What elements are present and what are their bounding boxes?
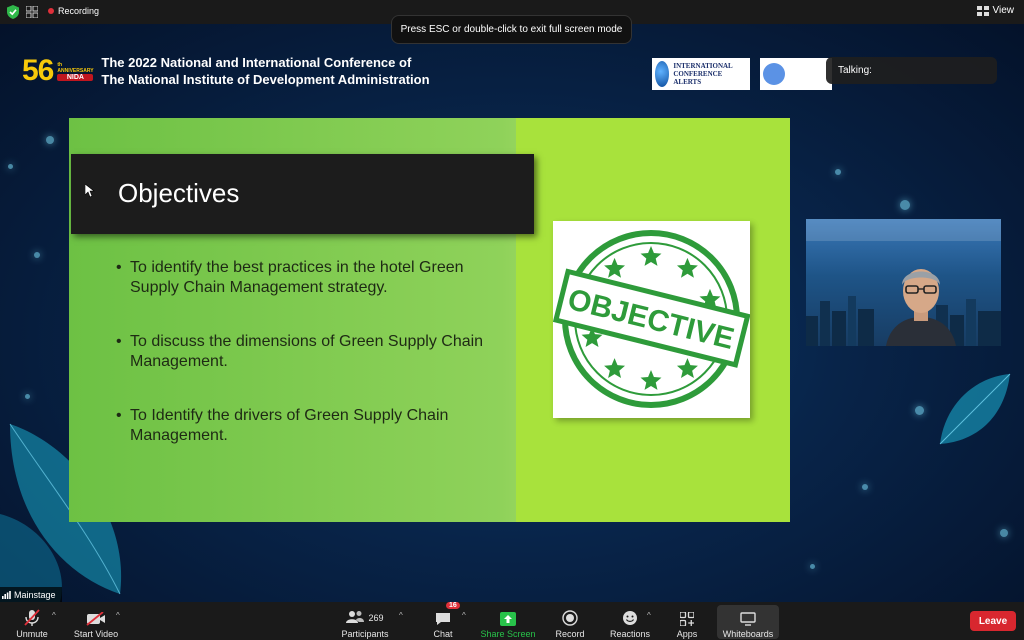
unmute-button[interactable]: Unmute (12, 605, 52, 639)
slide-bullet: To Identify the drivers of Green Supply … (116, 406, 516, 446)
chat-options-caret-icon[interactable]: ^ (462, 611, 466, 620)
glow-dot (900, 200, 910, 210)
international-conference-alerts-logo: INTERNATIONAL CONFERENCE ALERTS (652, 58, 750, 90)
participant-person (886, 269, 956, 346)
glow-dot (25, 394, 30, 399)
conference-title: The 2022 National and International Conf… (101, 54, 429, 88)
record-icon (562, 610, 578, 626)
stamp-star-icon (676, 358, 698, 379)
reactions-label: Reactions (609, 629, 651, 639)
slide-bullet: To discuss the dimensions of Green Suppl… (116, 332, 516, 372)
view-label: View (992, 5, 1015, 16)
start-video-button[interactable]: Start Video (72, 605, 120, 639)
apps-label: Apps (676, 629, 698, 639)
chat-label: Chat (433, 629, 453, 639)
view-grid-icon (976, 5, 989, 16)
objective-stamp-card: OBJECTIVE (552, 221, 751, 418)
glow-dot (810, 564, 815, 569)
reactions-smiley-icon (623, 611, 637, 625)
audio-options-caret-icon[interactable]: ^ (52, 611, 56, 620)
glow-dot (8, 164, 13, 169)
chat-button[interactable]: Chat (428, 605, 458, 639)
fullscreen-hint-text: Press ESC or double-click to exit full s… (400, 24, 623, 35)
record-label: Record (555, 629, 585, 639)
recording-dot-icon (48, 8, 54, 14)
participants-button[interactable]: 269 Participants (338, 605, 392, 639)
glow-dot (835, 169, 841, 175)
chat-bubble-icon (436, 613, 450, 625)
whiteboards-button[interactable]: Whiteboards (717, 605, 779, 639)
mainstage-label: Mainstage (14, 589, 56, 600)
apps-button[interactable]: Apps (674, 605, 700, 639)
participants-options-caret-icon[interactable]: ^ (399, 611, 403, 620)
participants-icon-group: 269 (346, 610, 384, 626)
participants-count: 269 (368, 613, 384, 623)
recording-label: Recording (58, 6, 100, 16)
partner1-name: INTERNATIONAL CONFERENCE ALERTS (673, 62, 733, 86)
unmute-label: Unmute (16, 629, 48, 639)
chat-unread-badge: 16 (446, 602, 460, 609)
conference-header: 56 th ANNIVERSARY NIDA The 2022 National… (22, 54, 430, 88)
reactions-button[interactable]: Reactions (608, 605, 652, 639)
stamp-star-icon (676, 257, 698, 278)
talking-label: Talking: (838, 65, 872, 76)
stamp-star-icon (640, 370, 662, 390)
glow-dot (34, 252, 40, 258)
glow-dot (46, 136, 54, 144)
start-video-label: Start Video (73, 629, 119, 639)
nida-logo: th ANNIVERSARY NIDA (57, 56, 94, 86)
leave-button[interactable]: Leave (970, 611, 1016, 631)
record-button[interactable]: Record (553, 605, 587, 639)
video-options-caret-icon[interactable]: ^ (116, 611, 120, 620)
glow-dot (862, 484, 868, 490)
whiteboard-icon (740, 612, 756, 626)
talking-indicator: Talking: (826, 57, 997, 84)
glow-dot (1000, 529, 1008, 537)
recording-indicator[interactable]: Recording (48, 6, 99, 16)
glow-dot (915, 406, 924, 415)
slide-title-bar: Objectives (71, 154, 534, 234)
mouse-cursor-icon (85, 184, 95, 198)
share-screen-button[interactable]: Share Screen (480, 605, 536, 639)
stamp-star-icon (640, 246, 662, 266)
shared-slide: Objectives To identify the best practice… (69, 118, 790, 522)
conference-title-line1: The 2022 National and International Conf… (101, 55, 412, 70)
nida-short: NIDA (57, 73, 94, 81)
anniversary-number: 56 (22, 54, 54, 87)
view-button[interactable]: View (976, 5, 1015, 16)
video-background-banner (806, 219, 1001, 241)
slide-title: Objectives (118, 178, 240, 208)
united-nations-logo (760, 58, 832, 90)
stamp-star-icon (604, 358, 626, 379)
participants-icon (346, 611, 365, 623)
fullscreen-exit-toast: Press ESC or double-click to exit full s… (391, 15, 632, 44)
globe-icon (655, 61, 670, 87)
main-stage: 56 th ANNIVERSARY NIDA The 2022 National… (0, 24, 1024, 602)
whiteboards-label: Whiteboards (722, 629, 774, 639)
participant-video-tile[interactable] (806, 219, 1001, 346)
conference-title-line2: The National Institute of Development Ad… (101, 72, 430, 87)
reactions-options-caret-icon[interactable]: ^ (647, 611, 651, 620)
shield-check-icon[interactable] (7, 5, 19, 19)
video-off-icon (86, 612, 105, 626)
un-emblem-icon (763, 63, 785, 85)
stamp-star-icon (604, 257, 626, 278)
mainstage-tag: Mainstage (0, 587, 62, 602)
muted-microphone-icon (24, 609, 40, 626)
anniversary-word: ANNIVERSARY (57, 67, 94, 74)
share-screen-label: Share Screen (480, 629, 536, 639)
apps-icon (680, 612, 694, 626)
slide-bullets: To identify the best practices in the ho… (116, 258, 516, 480)
participants-label: Participants (341, 629, 389, 639)
objective-stamp-icon: OBJECTIVE (552, 230, 751, 408)
share-screen-icon (500, 612, 516, 626)
meeting-toolbar: Unmute ^ Start Video ^ 269 Participants … (0, 602, 1024, 640)
signal-bars-icon (2, 590, 11, 599)
leaf-decoration-icon (939, 373, 1011, 445)
slide-bullet: To identify the best practices in the ho… (116, 258, 516, 298)
grid-icon[interactable] (26, 6, 38, 18)
